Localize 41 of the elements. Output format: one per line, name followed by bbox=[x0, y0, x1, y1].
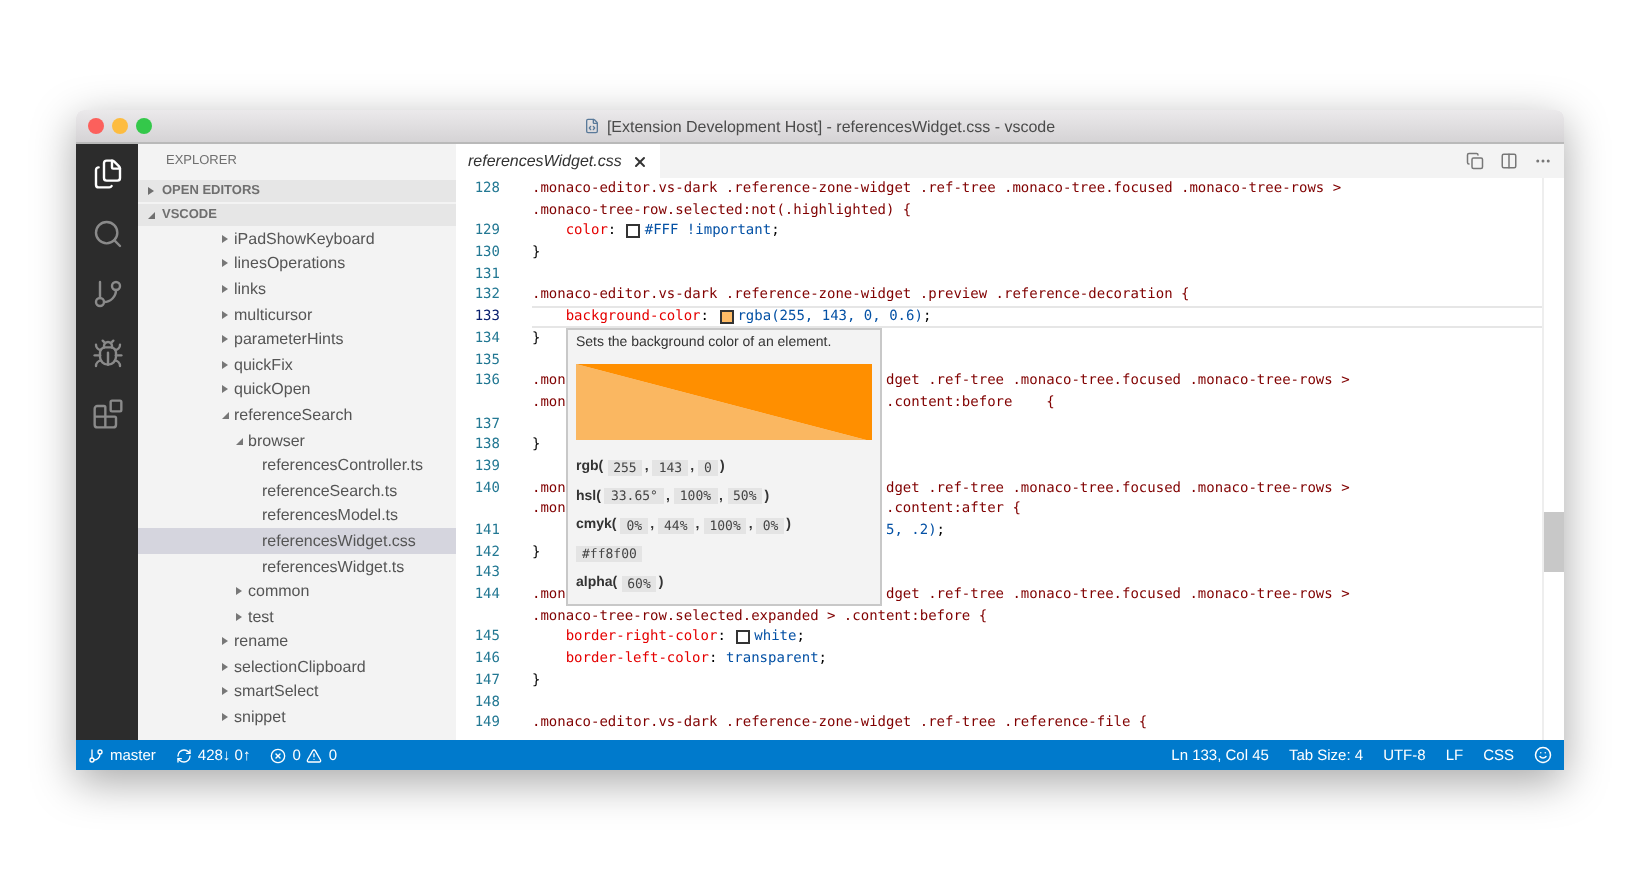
tree-item[interactable]: snippet bbox=[138, 704, 456, 730]
tree-item[interactable]: multicursor bbox=[138, 301, 456, 327]
search-icon bbox=[91, 218, 123, 250]
tree-item[interactable]: referencesModel.ts bbox=[138, 503, 456, 529]
scrollbar-thumb[interactable] bbox=[1544, 512, 1564, 572]
smiley-icon[interactable] bbox=[1534, 746, 1552, 764]
error-icon[interactable] bbox=[270, 747, 287, 763]
color-swatch[interactable] bbox=[719, 309, 734, 324]
color-swatch[interactable] bbox=[626, 224, 641, 239]
sync-icon[interactable] bbox=[175, 747, 192, 763]
tree-item[interactable]: smartSelect bbox=[138, 679, 456, 705]
tree-item[interactable]: referencesWidget.ts bbox=[138, 553, 456, 579]
warning-icon[interactable] bbox=[306, 747, 323, 763]
tree-item[interactable]: common bbox=[138, 578, 456, 604]
tree-item[interactable]: parameterHints bbox=[138, 326, 456, 352]
files-icon bbox=[91, 158, 123, 190]
branch-icon[interactable] bbox=[88, 747, 104, 763]
split-icon[interactable] bbox=[1500, 152, 1518, 170]
tree-item[interactable]: referencesController.ts bbox=[138, 452, 456, 478]
tree-item[interactable]: quickOpen bbox=[138, 377, 456, 403]
tree-item[interactable]: test bbox=[138, 603, 456, 629]
tree-item[interactable]: linesOperations bbox=[138, 251, 456, 277]
copy-icon[interactable] bbox=[1466, 152, 1484, 170]
tree-item[interactable]: referenceSearch.ts bbox=[138, 477, 456, 504]
branch-icon bbox=[91, 278, 123, 310]
tree-item[interactable]: browser bbox=[138, 427, 456, 453]
tree-item[interactable]: rename bbox=[138, 629, 456, 655]
window-title: [Extension Development Host] - referencesWidget.css - vscode bbox=[606, 117, 1056, 135]
close-button[interactable] bbox=[88, 118, 104, 134]
close-icon[interactable] bbox=[631, 153, 648, 169]
bug-icon bbox=[91, 338, 123, 370]
tree-item[interactable]: quickFix bbox=[138, 351, 456, 378]
tree-item[interactable]: referenceSearch bbox=[138, 402, 456, 428]
tree-item[interactable]: selectionClipboard bbox=[138, 654, 456, 680]
file-icon bbox=[584, 118, 601, 134]
tree-item[interactable]: links bbox=[138, 276, 456, 302]
color-swatch[interactable] bbox=[736, 630, 751, 645]
tree-item[interactable]: iPadShowKeyboard bbox=[138, 226, 456, 252]
tree-item[interactable]: referencesWidget.css bbox=[138, 528, 456, 554]
blocks-icon bbox=[91, 398, 123, 430]
editor-tab[interactable]: referencesWidget.css bbox=[456, 144, 660, 178]
